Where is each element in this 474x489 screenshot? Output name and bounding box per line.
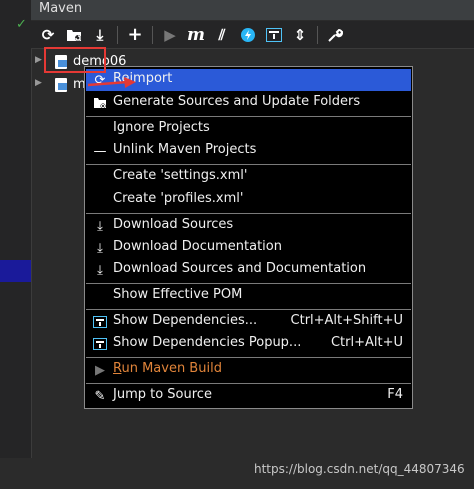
download-icon[interactable]: ⤓ bbox=[87, 23, 113, 47]
menu-item-label: Download Sources and Documentation bbox=[113, 261, 367, 276]
menu-separator bbox=[86, 164, 411, 165]
run-icon: ▶ bbox=[95, 362, 105, 378]
menu-separator bbox=[86, 383, 411, 384]
menu-item-label: Jump to Source bbox=[113, 387, 212, 402]
menu-item-label: Run Maven Build bbox=[113, 361, 222, 376]
toolbar-separator bbox=[117, 25, 118, 44]
watermark: https://blog.csdn.net/qq_44807346 bbox=[254, 462, 465, 476]
maven-goal-icon[interactable]: m bbox=[183, 23, 209, 47]
menu-item-run-maven-build[interactable]: ▶ Run Maven Build bbox=[86, 359, 411, 381]
add-icon[interactable]: + bbox=[122, 23, 148, 47]
menu-item-show-dependencies-popup[interactable]: Show Dependencies Popup... Ctrl+Alt+U bbox=[86, 333, 411, 355]
menu-item-label: Show Dependencies Popup... bbox=[113, 335, 302, 350]
menu-item-unlink-projects[interactable]: — Unlink Maven Projects bbox=[86, 140, 411, 162]
menu-item-show-dependencies[interactable]: Show Dependencies... Ctrl+Alt+Shift+U bbox=[86, 311, 411, 333]
toolbar-separator bbox=[317, 25, 318, 44]
generate-sources-icon bbox=[92, 95, 108, 111]
menu-item-label: Create 'profiles.xml' bbox=[113, 191, 244, 206]
annotation-arrow-icon bbox=[88, 77, 136, 88]
menu-item-label: Show Effective POM bbox=[113, 287, 243, 302]
refresh-icon[interactable]: ⟳ bbox=[35, 23, 61, 47]
check-icon: ✓ bbox=[16, 17, 27, 32]
settings-wrench-icon[interactable] bbox=[322, 23, 348, 47]
download-icon: ⤓ bbox=[97, 218, 103, 234]
download-icon: ⤓ bbox=[97, 240, 103, 256]
menu-item-download-documentation[interactable]: ⤓ Download Documentation bbox=[86, 237, 411, 259]
gutter-selection bbox=[0, 260, 31, 282]
maven-toolbar: ⟳ ⤓ + ▶ m ⫽ ⇕ bbox=[31, 21, 474, 49]
dependencies-icon bbox=[92, 314, 108, 330]
menu-item-label: Download Sources bbox=[113, 217, 234, 232]
menu-item-shortcut: F4 bbox=[387, 387, 403, 402]
menu-item-label: Show Dependencies... bbox=[113, 313, 258, 328]
menu-item-label: Download Documentation bbox=[113, 239, 282, 254]
menu-item-label: Generate Sources and Update Folders bbox=[113, 94, 361, 109]
menu-item-jump-to-source[interactable]: ✎ Jump to Source F4 bbox=[86, 385, 411, 407]
menu-separator bbox=[86, 309, 411, 310]
menu-separator bbox=[86, 283, 411, 284]
tool-window-title: Maven bbox=[39, 1, 83, 16]
left-gutter: ✓ bbox=[0, 0, 32, 489]
menu-separator bbox=[86, 357, 411, 358]
download-icon: ⤓ bbox=[97, 262, 103, 278]
menu-item-show-effective-pom[interactable]: Show Effective POM bbox=[86, 285, 411, 307]
menu-item-create-settings[interactable]: Create 'settings.xml' bbox=[86, 166, 411, 188]
menu-item-shortcut: Ctrl+Alt+U bbox=[330, 335, 403, 350]
menu-item-download-sources[interactable]: ⤓ Download Sources bbox=[86, 215, 411, 237]
show-dependencies-icon[interactable] bbox=[261, 23, 287, 47]
menu-item-label: Create 'settings.xml' bbox=[113, 168, 248, 183]
annotation-highlight-box bbox=[44, 47, 106, 73]
menu-separator bbox=[86, 213, 411, 214]
menu-item-label: Ignore Projects bbox=[113, 120, 210, 135]
tool-window-header: Maven bbox=[31, 0, 474, 21]
maven-project-icon bbox=[55, 78, 67, 92]
menu-item-create-profiles[interactable]: Create 'profiles.xml' bbox=[86, 189, 411, 211]
collapse-all-icon[interactable]: ⇕ bbox=[287, 23, 313, 47]
menu-item-label: Unlink Maven Projects bbox=[113, 142, 257, 157]
menu-separator bbox=[86, 116, 411, 117]
toggle-offline-icon[interactable]: ⫽ bbox=[209, 23, 235, 47]
minus-icon: — bbox=[93, 143, 107, 159]
run-icon[interactable]: ▶ bbox=[157, 23, 183, 47]
skip-tests-icon[interactable] bbox=[235, 23, 261, 47]
expand-arrow-icon[interactable]: ▶ bbox=[35, 55, 42, 65]
menu-item-shortcut: Ctrl+Alt+Shift+U bbox=[290, 313, 403, 328]
folder-refresh-icon[interactable] bbox=[61, 23, 87, 47]
toolbar-separator bbox=[152, 25, 153, 44]
edit-pencil-icon: ✎ bbox=[94, 388, 106, 404]
context-menu: ⟳ Reimport Generate Sources and Update F… bbox=[84, 66, 413, 409]
menu-item-download-sources-and-docs[interactable]: ⤓ Download Sources and Documentation bbox=[86, 259, 411, 281]
expand-arrow-icon[interactable]: ▶ bbox=[35, 78, 42, 88]
menu-item-ignore-projects[interactable]: Ignore Projects bbox=[86, 118, 411, 140]
menu-item-generate-sources[interactable]: Generate Sources and Update Folders bbox=[86, 92, 411, 114]
dependencies-icon bbox=[92, 336, 108, 352]
